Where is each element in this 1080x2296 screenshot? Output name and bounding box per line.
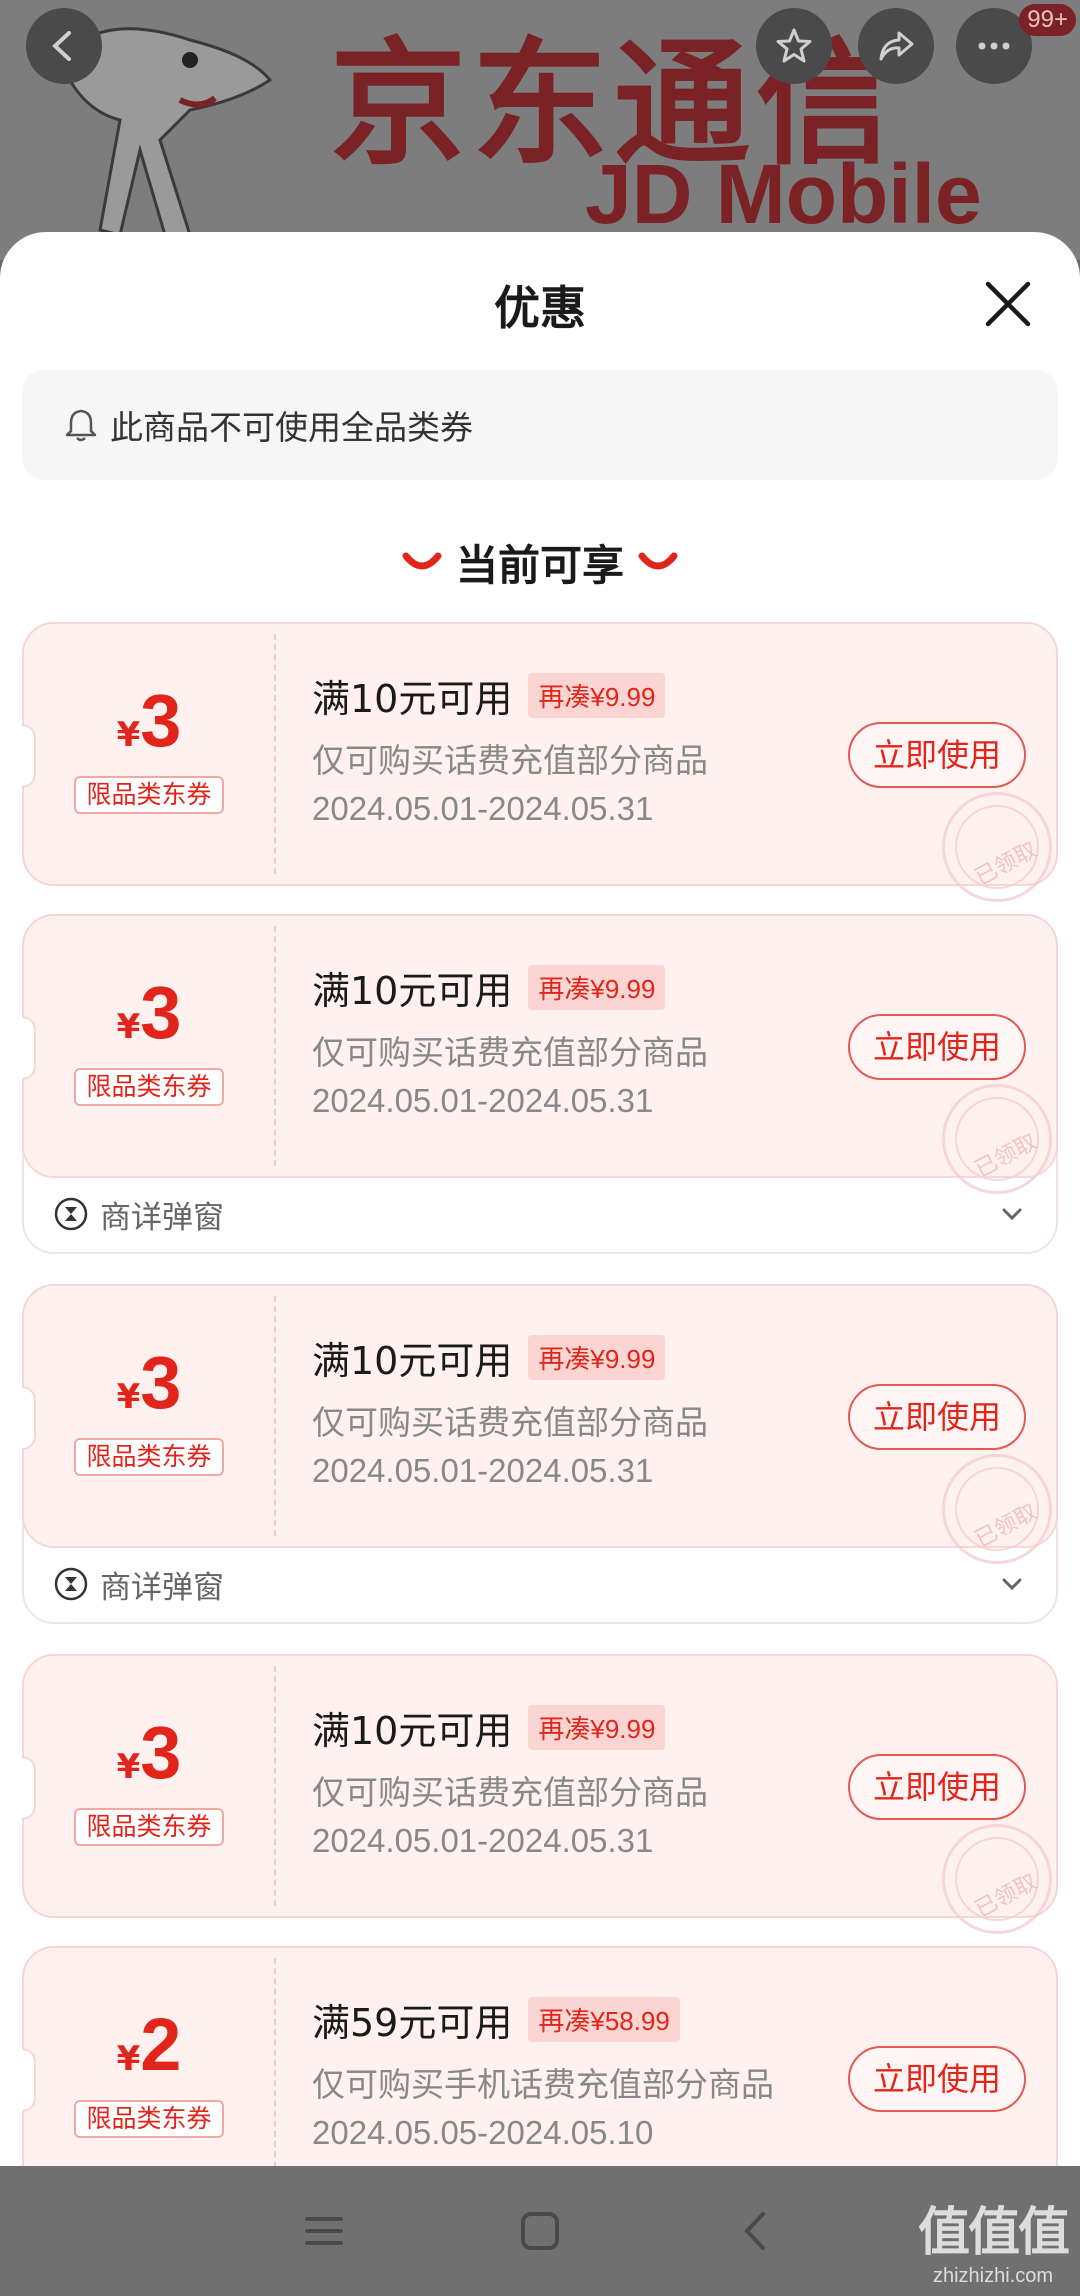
- coupon-type-tag: 限品类东券: [74, 1068, 224, 1106]
- smile-decor-icon: [402, 552, 442, 569]
- banner-brand-en: JD Mobile: [585, 147, 982, 241]
- coupon-amount: ¥2: [116, 2003, 182, 2086]
- coupon-footer-expand[interactable]: 商详弹窗: [24, 1176, 1056, 1252]
- message-count-badge: 99+: [1019, 4, 1076, 36]
- coupon-extra-tag: 再凑¥58.99: [528, 1997, 680, 2042]
- coupon-scope: 仅可购买话费充值部分商品: [312, 1033, 708, 1072]
- coupon-card: ¥3 限品类东券 满10元可用 再凑¥9.99 仅可购买话费充值部分商品 202…: [22, 622, 1058, 902]
- watermark: 值值值 zhizhizhi.com: [917, 2190, 1070, 2288]
- close-icon[interactable]: [976, 272, 1040, 336]
- coupon-extra-tag: 再凑¥9.99: [528, 965, 666, 1010]
- coupon-card: ¥3 限品类东券 满10元可用 再凑¥9.99 仅可购买话费充值部分商品 202…: [22, 1654, 1058, 1934]
- coupon-condition: 满59元可用: [312, 2001, 513, 2045]
- coupon-condition: 满10元可用: [312, 677, 513, 721]
- coupon-amount: ¥3: [116, 1711, 182, 1794]
- section-title: 当前可享: [0, 532, 1080, 593]
- use-now-button[interactable]: 立即使用: [848, 1014, 1026, 1080]
- coupon-extra-tag: 再凑¥9.99: [528, 1335, 666, 1380]
- coupon-type-tag: 限品类东券: [74, 2100, 224, 2138]
- use-now-button[interactable]: 立即使用: [848, 2046, 1026, 2112]
- watermark-domain: zhizhizhi.com: [932, 2265, 1054, 2287]
- favorite-button[interactable]: [756, 8, 832, 84]
- coupon-type-tag: 限品类东券: [74, 1438, 224, 1476]
- coupon-sheet: 优惠 此商品不可使用全品类券 当前可享 ¥3 限品类东券 满10元可用 再凑¥9…: [0, 232, 1080, 2166]
- share-icon: [879, 31, 914, 61]
- product-banner: 京东通信 JD Mobile 99+: [0, 0, 1080, 260]
- coupon-scope: 仅可购买话费充值部分商品: [312, 741, 708, 780]
- coupon-body: ¥3 限品类东券 满10元可用 再凑¥9.99 仅可购买话费充值部分商品 202…: [22, 622, 1058, 902]
- menu-icon[interactable]: [301, 2208, 347, 2254]
- coupon-type-tag: 限品类东券: [74, 1808, 224, 1846]
- share-button[interactable]: [858, 8, 934, 84]
- coupon-footer-text: 商详弹窗: [100, 1199, 224, 1236]
- coupon-extra-tag: 再凑¥9.99: [528, 673, 666, 718]
- coupon-card: ¥3 限品类东券 满10元可用 再凑¥9.99 仅可购买话费充值部分商品 202…: [22, 1284, 1058, 1624]
- back-button[interactable]: [26, 8, 102, 84]
- coupon-extra-tag: 再凑¥9.99: [528, 1705, 666, 1750]
- bell-icon: [65, 409, 97, 442]
- smile-decor-icon: [638, 552, 678, 569]
- coupon-body: ¥3 限品类东券 满10元可用 再凑¥9.99 仅可购买话费充值部分商品 202…: [22, 1654, 1058, 1934]
- back-arrow-icon: [52, 31, 71, 61]
- chevron-down-icon: [1002, 1578, 1022, 1591]
- back-icon[interactable]: [733, 2208, 779, 2254]
- coupon-date: 2024.05.05-2024.05.10: [312, 2114, 654, 2151]
- coupon-date: 2024.05.01-2024.05.31: [312, 790, 654, 827]
- coupon-date: 2024.05.01-2024.05.31: [312, 1822, 654, 1859]
- coupon-date: 2024.05.01-2024.05.31: [312, 1082, 654, 1119]
- coupon-amount: ¥3: [116, 679, 182, 762]
- home-icon[interactable]: [517, 2208, 563, 2254]
- coupon-body: ¥2 限品类东券 满59元可用 再凑¥58.99 仅可购买手机话费充值部分商品 …: [22, 1946, 1058, 2166]
- coupon-body: ¥3 限品类东券 满10元可用 再凑¥9.99 仅可购买话费充值部分商品 202…: [22, 1284, 1058, 1564]
- coupon-scope: 仅可购买手机话费充值部分商品: [312, 2065, 774, 2104]
- section-title-text: 当前可享: [455, 541, 624, 590]
- coupon-footer-text: 商详弹窗: [100, 1569, 224, 1606]
- coupon-footer-expand[interactable]: 商详弹窗: [24, 1546, 1056, 1622]
- coupon-type-tag: 限品类东券: [74, 776, 224, 814]
- notice-bar: 此商品不可使用全品类券: [22, 370, 1058, 480]
- coupon-card: ¥3 限品类东券 满10元可用 再凑¥9.99 仅可购买话费充值部分商品 202…: [22, 914, 1058, 1254]
- coupon-condition: 满10元可用: [312, 969, 513, 1013]
- coupon-amount: ¥3: [116, 971, 182, 1054]
- use-now-button[interactable]: 立即使用: [848, 1384, 1026, 1450]
- use-now-button[interactable]: 立即使用: [848, 1754, 1026, 1820]
- sheet-title: 优惠: [494, 281, 586, 335]
- coupon-scope: 仅可购买话费充值部分商品: [312, 1403, 708, 1442]
- star-icon: [776, 28, 812, 63]
- watermark-logo: 值值值: [917, 2203, 1070, 2263]
- coupon-amount: ¥3: [116, 1341, 182, 1424]
- hourglass-icon: [54, 1197, 88, 1231]
- coupon-condition: 满10元可用: [312, 1709, 513, 1753]
- coupon-condition: 满10元可用: [312, 1339, 513, 1383]
- coupon-card: ¥2 限品类东券 满59元可用 再凑¥58.99 仅可购买手机话费充值部分商品 …: [22, 1946, 1058, 2166]
- coupon-body: ¥3 限品类东券 满10元可用 再凑¥9.99 仅可购买话费充值部分商品 202…: [22, 914, 1058, 1194]
- coupon-date: 2024.05.01-2024.05.31: [312, 1452, 654, 1489]
- coupon-scope: 仅可购买话费充值部分商品: [312, 1773, 708, 1812]
- hourglass-icon: [54, 1567, 88, 1601]
- use-now-button[interactable]: 立即使用: [848, 722, 1026, 788]
- notice-text: 此商品不可使用全品类券: [110, 408, 473, 447]
- chevron-down-icon: [1002, 1208, 1022, 1221]
- more-icon: [978, 42, 1010, 50]
